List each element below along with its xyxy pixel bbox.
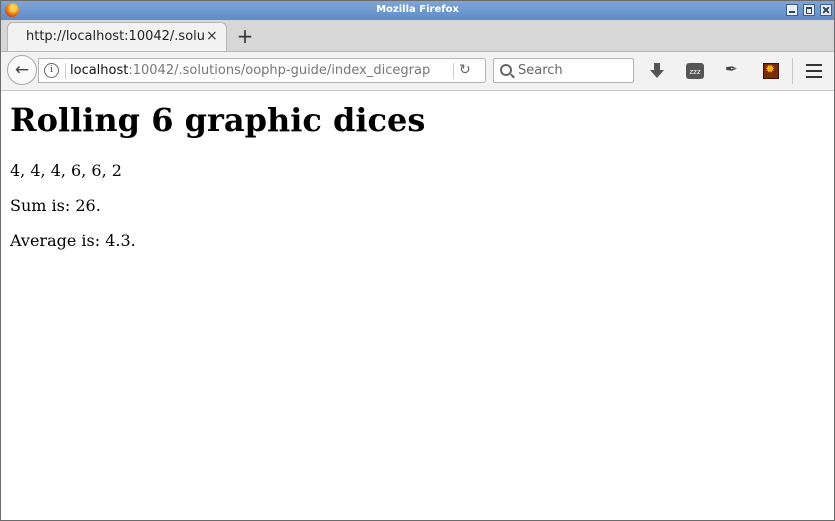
search-box[interactable]: Search [493, 58, 634, 83]
search-icon [500, 64, 512, 76]
title-bar: Mozilla Firefox [1, 1, 834, 20]
dice-rolls: 4, 4, 4, 6, 6, 2 [10, 161, 122, 180]
search-placeholder: Search [518, 63, 563, 78]
sum-text: Sum is: 26. [10, 196, 101, 215]
download-icon[interactable] [649, 62, 667, 80]
page-heading: Rolling 6 graphic dices [10, 101, 426, 139]
eyedropper-icon[interactable]: ✒ [725, 60, 743, 78]
back-icon: ← [14, 60, 30, 80]
navigation-toolbar: ← i localhost:10042/.solutions/oophp-gui… [1, 52, 834, 91]
tab-title: http://localhost:10042/.solutions/oophp-… [26, 29, 204, 44]
url-bar[interactable]: i localhost:10042/.solutions/oophp-guide… [38, 58, 486, 83]
page-content: Rolling 6 graphic dices 4, 4, 4, 6, 6, 2… [1, 91, 834, 520]
minimize-button[interactable] [786, 4, 798, 16]
window-title: Mozilla Firefox [376, 4, 459, 15]
sleep-icon[interactable]: zzz [686, 63, 704, 79]
back-button[interactable]: ← [7, 55, 37, 85]
url-separator [65, 63, 66, 79]
average-text: Average is: 4.3. [10, 231, 136, 250]
tab-current[interactable]: http://localhost:10042/.solutions/oophp-… [7, 22, 227, 51]
new-tab-button[interactable]: + [235, 24, 255, 48]
extension-icon[interactable] [763, 62, 779, 79]
url-path: :10042/.solutions/oophp-guide/index_dice… [128, 63, 431, 78]
close-window-button[interactable] [820, 4, 832, 16]
url-separator-2 [453, 63, 454, 79]
tab-close-icon[interactable]: × [206, 28, 218, 44]
url-host: localhost [70, 63, 129, 78]
url-text[interactable]: localhost:10042/.solutions/oophp-guide/i… [70, 63, 458, 78]
tab-strip: http://localhost:10042/.solutions/oophp-… [1, 20, 834, 52]
reload-icon[interactable]: ↻ [459, 62, 471, 78]
toolbar-separator [792, 58, 793, 84]
hamburger-menu-icon[interactable] [806, 64, 822, 82]
info-icon[interactable]: i [44, 63, 59, 78]
browser-window: Mozilla Firefox http://localhost:10042/.… [0, 0, 835, 521]
maximize-button[interactable] [803, 4, 815, 16]
